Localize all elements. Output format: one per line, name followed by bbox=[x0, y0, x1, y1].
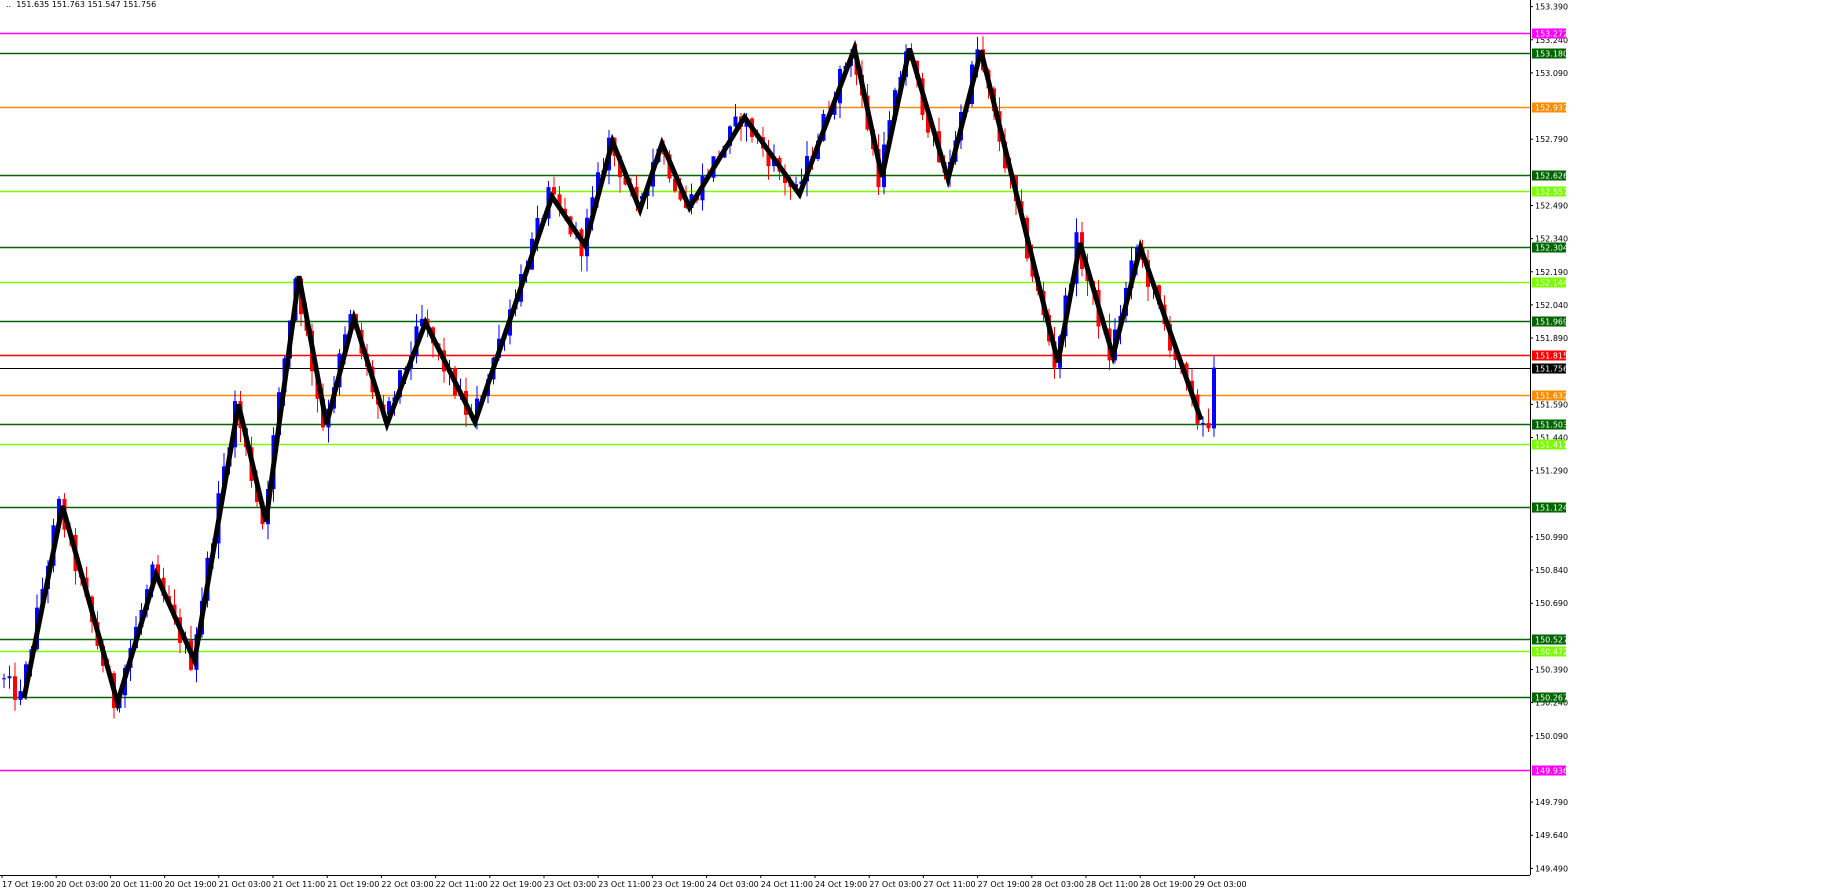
time-tick-label: 27 Oct 11:00 bbox=[923, 880, 975, 889]
level-label-150.527: 150.527 bbox=[1535, 636, 1568, 645]
level-label-149.936: 149.936 bbox=[1535, 767, 1568, 776]
level-label-152.937: 152.937 bbox=[1535, 104, 1568, 113]
candle-body bbox=[2, 678, 6, 680]
time-tick-label: 28 Oct 11:00 bbox=[1086, 880, 1138, 889]
time-tick-label: 21 Oct 11:00 bbox=[273, 880, 325, 889]
price-tick-label: 150.090 bbox=[1535, 732, 1568, 741]
candle-body bbox=[1206, 422, 1211, 429]
price-tick-label: 152.790 bbox=[1535, 135, 1568, 144]
time-tick-label: 22 Oct 19:00 bbox=[490, 880, 542, 889]
level-label-151.756: 151.756 bbox=[1535, 365, 1568, 374]
time-tick-label: 23 Oct 03:00 bbox=[544, 880, 596, 889]
time-tick-label: 21 Oct 19:00 bbox=[327, 880, 379, 889]
time-tick-label: 24 Oct 03:00 bbox=[707, 880, 759, 889]
level-label-150.472: 150.472 bbox=[1535, 648, 1568, 657]
price-tick-label: 152.190 bbox=[1535, 268, 1568, 277]
time-tick-label: 27 Oct 19:00 bbox=[978, 880, 1030, 889]
time-tick-label: 22 Oct 11:00 bbox=[436, 880, 488, 889]
time-tick-label: 28 Oct 19:00 bbox=[1140, 880, 1192, 889]
candle-body bbox=[7, 676, 12, 679]
time-tick-label: 23 Oct 19:00 bbox=[652, 880, 704, 889]
price-tick-label: 151.890 bbox=[1535, 334, 1568, 343]
level-label-152.144: 152.144 bbox=[1535, 279, 1568, 288]
price-tick-label: 152.340 bbox=[1535, 235, 1568, 244]
candle-body bbox=[1201, 422, 1205, 424]
time-tick-label: 22 Oct 03:00 bbox=[381, 880, 433, 889]
price-tick-label: 150.840 bbox=[1535, 566, 1568, 575]
price-tick-label: 149.640 bbox=[1535, 831, 1568, 840]
price-tick-label: 149.790 bbox=[1535, 798, 1568, 807]
level-label-151.969: 151.969 bbox=[1535, 318, 1568, 327]
level-label-153.180: 153.180 bbox=[1535, 50, 1568, 59]
price-tick-label: 153.090 bbox=[1535, 69, 1568, 78]
price-tick-label: 151.590 bbox=[1535, 400, 1568, 409]
price-tick-label: 153.390 bbox=[1535, 3, 1568, 12]
level-label-151.124: 151.124 bbox=[1535, 504, 1568, 513]
level-label-153.272: 153.272 bbox=[1535, 30, 1568, 39]
time-tick-label: 27 Oct 03:00 bbox=[869, 880, 921, 889]
time-tick-label: 20 Oct 03:00 bbox=[56, 880, 108, 889]
time-tick-label: 21 Oct 03:00 bbox=[219, 880, 271, 889]
time-tick-label: 24 Oct 19:00 bbox=[815, 880, 867, 889]
price-tick-label: 150.690 bbox=[1535, 599, 1568, 608]
level-label-152.304: 152.304 bbox=[1535, 244, 1568, 253]
level-label-150.267: 150.267 bbox=[1535, 694, 1568, 703]
price-chart[interactable]: 153.390153.240153.090152.790152.490152.3… bbox=[0, 0, 1848, 891]
price-tick-label: 149.490 bbox=[1535, 864, 1568, 873]
time-tick-label: 20 Oct 11:00 bbox=[110, 880, 162, 889]
price-tick-label: 150.990 bbox=[1535, 533, 1568, 542]
level-label-152.626: 152.626 bbox=[1535, 172, 1568, 181]
candle-body bbox=[13, 676, 17, 700]
price-tick-label: 151.290 bbox=[1535, 467, 1568, 476]
candle-body bbox=[1212, 367, 1216, 429]
level-label-151.632: 151.632 bbox=[1535, 392, 1568, 401]
time-tick-label: 28 Oct 03:00 bbox=[1032, 880, 1084, 889]
price-tick-label: 150.390 bbox=[1535, 666, 1568, 675]
time-tick-label: 24 Oct 11:00 bbox=[761, 880, 813, 889]
candlesticks bbox=[2, 36, 1216, 719]
time-tick-label: 29 Oct 03:00 bbox=[1194, 880, 1246, 889]
level-label-151.815: 151.815 bbox=[1535, 352, 1568, 361]
level-label-152.557: 152.557 bbox=[1535, 188, 1568, 197]
price-tick-label: 152.040 bbox=[1535, 301, 1568, 310]
price-tick-label: 152.490 bbox=[1535, 201, 1568, 210]
level-label-151.411: 151.411 bbox=[1535, 441, 1568, 450]
time-tick-label: 23 Oct 11:00 bbox=[598, 880, 650, 889]
time-tick-label: 17 Oct 19:00 bbox=[2, 880, 54, 889]
level-label-151.503: 151.503 bbox=[1535, 421, 1568, 430]
time-tick-label: 20 Oct 19:00 bbox=[165, 880, 217, 889]
candle-body bbox=[18, 690, 23, 700]
